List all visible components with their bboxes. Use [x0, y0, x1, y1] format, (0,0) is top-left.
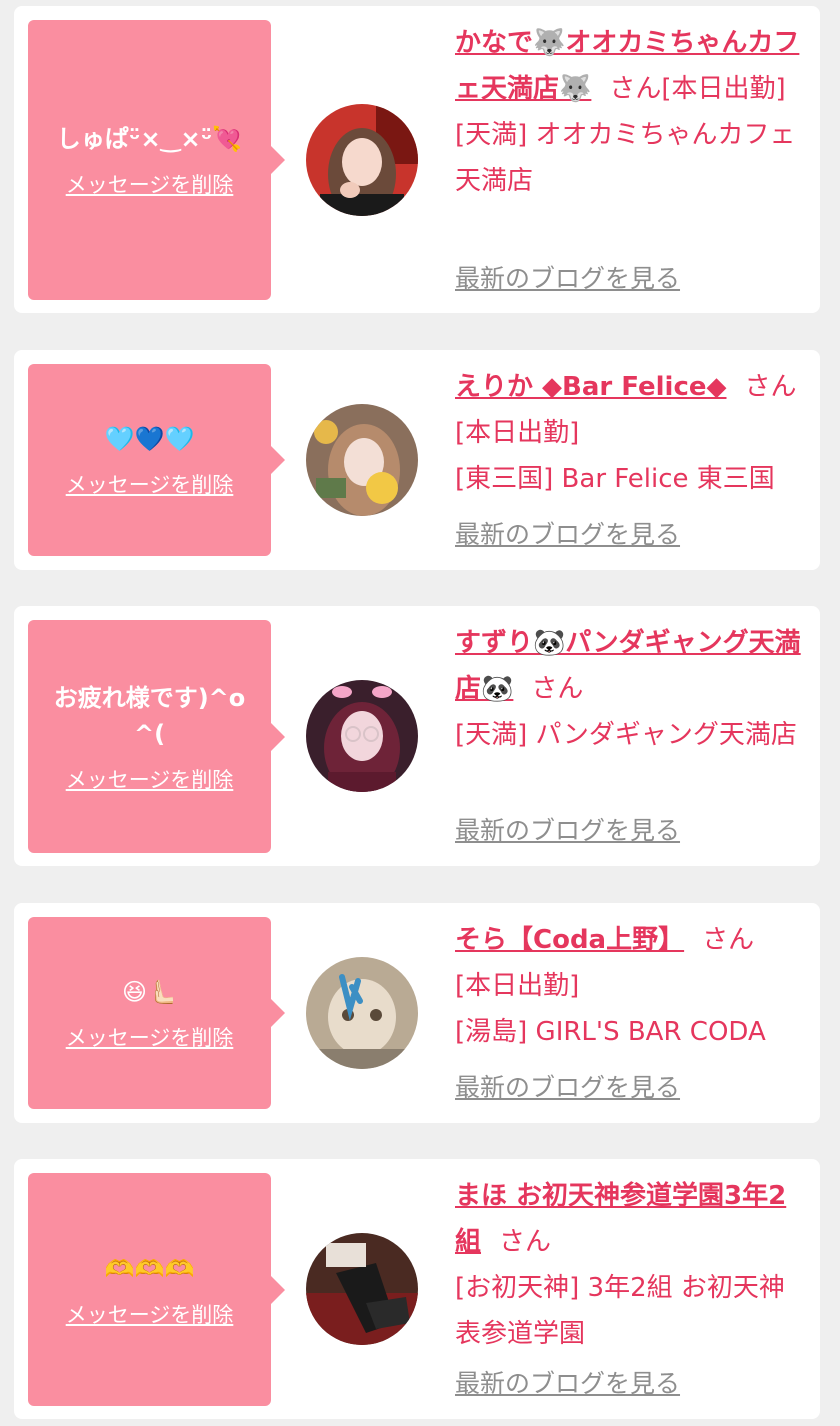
message-card: 🩵💙🩵 メッセージを削除 えりか ◆Bar Felice◆ さん [本日出勤] [東…	[14, 350, 820, 570]
message-text: 🩵💙🩵	[104, 425, 195, 453]
avatar[interactable]	[306, 104, 418, 216]
cast-info: まほ お初天神参道学園3年2組 さん [お初天神] 3年2組 お初天神表参道学園	[455, 1173, 806, 1357]
profile-photo-icon	[306, 680, 418, 792]
profile-photo-icon	[306, 1233, 418, 1345]
message-card: しゅぱᵕ̈×‿×ᵕ̈💘 メッセージを削除 かなで🐺オオカミちゃんカフェ天満店🐺 さ…	[14, 6, 820, 313]
work-status: [本日出勤]	[661, 74, 786, 104]
shop-info: [天満] オオカミちゃんカフェ天満店	[455, 120, 796, 196]
message-text: 🫶🫶🫶	[104, 1254, 195, 1283]
cast-info: すずり🐼パンダギャング天満店🐼 さん [天満] パンダギャング天満店	[455, 620, 806, 758]
delete-message-link[interactable]: メッセージを削除	[66, 766, 234, 794]
message-bubble: 😆🫷🏻 メッセージを削除	[28, 917, 285, 1109]
shop-info: [東三国] Bar Felice 東三国	[455, 464, 775, 494]
latest-blog-link[interactable]: 最新のブログを見る	[455, 518, 680, 552]
message-card: 🫶🫶🫶 メッセージを削除 まほ お初天神参道学園3年2組 さん [お初天神] 3年…	[14, 1159, 820, 1419]
profile-photo-icon	[306, 404, 418, 516]
message-list: しゅぱᵕ̈×‿×ᵕ̈💘 メッセージを削除 かなで🐺オオカミちゃんカフェ天満店🐺 さ…	[0, 0, 840, 1426]
honorific: さん	[609, 74, 662, 104]
latest-blog-link[interactable]: 最新のブログを見る	[455, 1071, 680, 1105]
avatar[interactable]	[306, 1233, 418, 1345]
avatar[interactable]	[306, 404, 418, 516]
honorific: さん	[744, 372, 797, 402]
cast-name-link[interactable]: そら【Coda上野】	[455, 925, 684, 955]
work-status: [本日出勤]	[455, 418, 580, 448]
honorific: さん	[531, 674, 584, 704]
message-bubble: 🩵💙🩵 メッセージを削除	[28, 364, 285, 556]
profile-photo-icon	[306, 104, 418, 216]
shop-info: [天満] パンダギャング天満店	[455, 720, 797, 750]
profile-photo-icon	[306, 957, 418, 1069]
message-card: お疲れ様です)^o^( メッセージを削除 すずり🐼パンダギャング天満店🐼 さん […	[14, 606, 820, 866]
message-card: 😆🫷🏻 メッセージを削除 そら【Coda上野】 さん [本日出勤] [湯島] GI…	[14, 903, 820, 1123]
message-bubble: しゅぱᵕ̈×‿×ᵕ̈💘 メッセージを削除	[28, 20, 285, 300]
message-text: しゅぱᵕ̈×‿×ᵕ̈💘	[56, 125, 243, 153]
cast-name-link[interactable]: えりか ◆Bar Felice◆	[455, 372, 727, 402]
latest-blog-link[interactable]: 最新のブログを見る	[455, 262, 680, 296]
avatar[interactable]	[306, 680, 418, 792]
delete-message-link[interactable]: メッセージを削除	[66, 471, 234, 499]
work-status: [本日出勤]	[455, 971, 580, 1001]
cast-info: かなで🐺オオカミちゃんカフェ天満店🐺 さん[本日出勤] [天満] オオカミちゃんカ…	[455, 20, 806, 204]
delete-message-link[interactable]: メッセージを削除	[66, 1301, 234, 1329]
delete-message-link[interactable]: メッセージを削除	[66, 1024, 234, 1052]
cast-info: そら【Coda上野】 さん [本日出勤] [湯島] GIRL'S BAR CODA	[455, 917, 806, 1055]
cast-name-link[interactable]: すずり🐼パンダギャング天満店🐼	[455, 628, 801, 704]
message-bubble: お疲れ様です)^o^( メッセージを削除	[28, 620, 285, 853]
honorific: さん	[702, 925, 755, 955]
honorific: さん	[499, 1227, 552, 1257]
message-text: 😆🫷🏻	[122, 978, 177, 1006]
delete-message-link[interactable]: メッセージを削除	[66, 171, 234, 199]
latest-blog-link[interactable]: 最新のブログを見る	[455, 814, 680, 848]
avatar[interactable]	[306, 957, 418, 1069]
shop-info: [お初天神] 3年2組 お初天神表参道学園	[455, 1273, 785, 1349]
latest-blog-link[interactable]: 最新のブログを見る	[455, 1367, 680, 1401]
cast-info: えりか ◆Bar Felice◆ さん [本日出勤] [東三国] Bar Felic…	[455, 364, 806, 502]
shop-info: [湯島] GIRL'S BAR CODA	[455, 1017, 766, 1047]
message-bubble: 🫶🫶🫶 メッセージを削除	[28, 1173, 285, 1406]
message-text: お疲れ様です)^o^(	[53, 683, 246, 748]
